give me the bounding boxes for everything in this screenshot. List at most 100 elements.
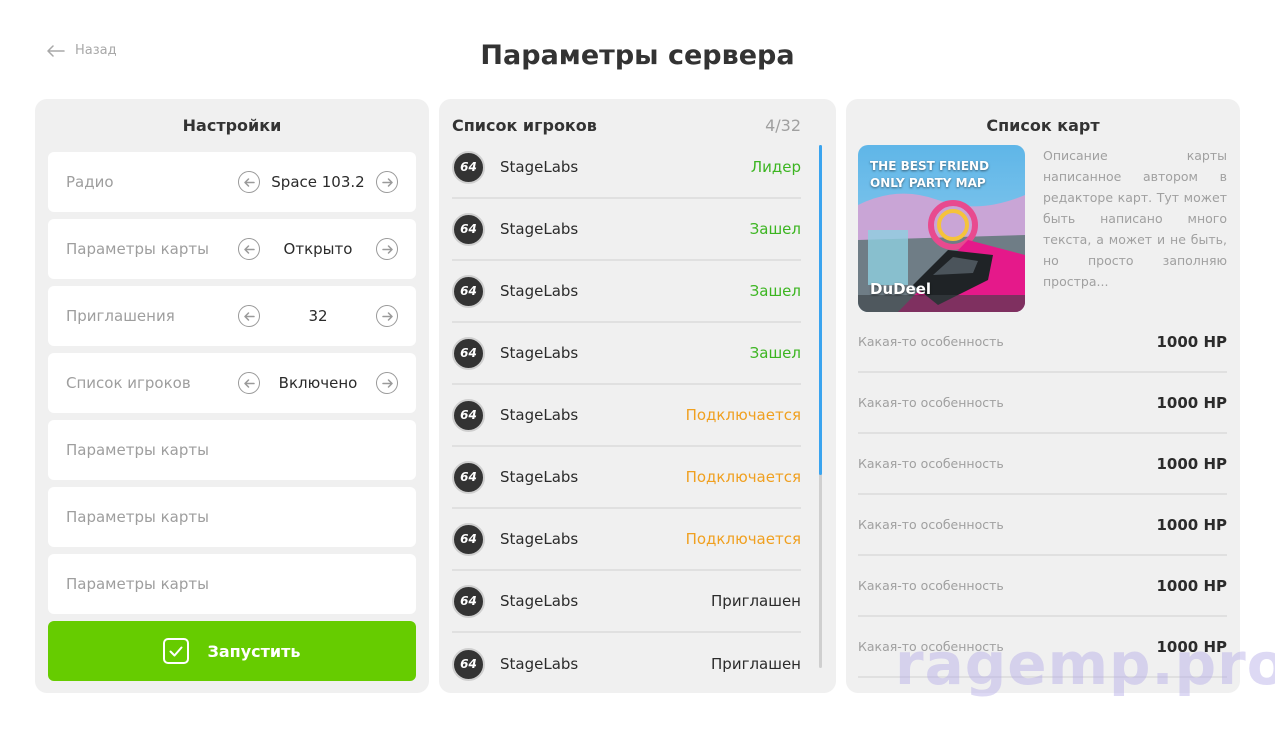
feature-row: Какая-то особенность 1000 HP (858, 312, 1227, 373)
next-arrow-icon[interactable] (376, 238, 398, 260)
player-status: Подключается (685, 406, 801, 424)
check-icon (163, 638, 190, 664)
player-name: StageLabs (500, 468, 579, 486)
player-name: StageLabs (500, 282, 579, 300)
player-status: Лидер (750, 158, 801, 176)
player-row[interactable]: 64 StageLabs Приглашен (452, 633, 801, 693)
feature-row: Какая-то особенность 1000 HP (858, 434, 1227, 495)
settings-panel: Настройки Радио Space 103.2 Параметры ка… (35, 99, 429, 693)
player-status: Приглашен (711, 655, 801, 673)
avatar: 64 (452, 398, 485, 432)
feature-value: 1000 HP (1156, 454, 1227, 473)
feature-row: Какая-то особенность 1000 HP (858, 556, 1227, 617)
setting-radio: Радио Space 103.2 (48, 152, 416, 212)
setting-label: Приглашения (66, 307, 175, 325)
field-placeholder: Параметры карты (66, 575, 209, 593)
feature-value: 1000 HP (1156, 515, 1227, 534)
player-name: StageLabs (500, 406, 579, 424)
feature-label: Какая-то особенность (858, 517, 1004, 532)
stepper-value: 32 (308, 307, 328, 325)
player-row[interactable]: 64 StageLabs Зашел (452, 323, 801, 385)
feature-value: 1000 HP (1156, 393, 1227, 412)
avatar: 64 (452, 336, 485, 370)
feature-list: Какая-то особенность 1000 HP Какая-то ос… (858, 312, 1227, 678)
player-status: Зашел (749, 344, 801, 362)
setting-player-list: Список игроков Включено (48, 353, 416, 413)
prev-arrow-icon[interactable] (238, 305, 260, 327)
player-list: 64 StageLabs Лидер 64 StageLabs Зашел 64… (452, 137, 801, 693)
setting-invites: Приглашения 32 (48, 286, 416, 346)
players-count: 4/32 (765, 116, 801, 135)
avatar: 64 (452, 522, 485, 556)
radio-stepper: Space 103.2 (238, 171, 398, 193)
feature-label: Какая-то особенность (858, 456, 1004, 471)
maps-panel: Список карт THE BEST FRIEND ONLY PARTY M… (846, 99, 1240, 693)
watermark: ragemp.pro (895, 630, 1275, 698)
stepper-value: Space 103.2 (271, 173, 365, 191)
prev-arrow-icon[interactable] (238, 372, 260, 394)
player-status: Подключается (685, 468, 801, 486)
stepper-value: Включено (278, 374, 358, 392)
map-author: DuDeel (870, 280, 932, 298)
map-params-stepper: Открыто (238, 238, 398, 260)
maps-title: Список карт (986, 116, 1100, 135)
feature-label: Какая-то особенность (858, 578, 1004, 593)
map-params-field[interactable]: Параметры карты (48, 420, 416, 480)
start-button[interactable]: Запустить (48, 621, 416, 681)
avatar: 64 (452, 460, 485, 494)
player-name: StageLabs (500, 158, 579, 176)
player-list-stepper: Включено (238, 372, 398, 394)
prev-arrow-icon[interactable] (238, 238, 260, 260)
avatar: 64 (452, 274, 485, 308)
setting-map-params: Параметры карты Открыто (48, 219, 416, 279)
player-status: Зашел (749, 282, 801, 300)
map-thumbnail[interactable]: THE BEST FRIEND ONLY PARTY MAP DuDeel (858, 145, 1025, 312)
page-title: Параметры сервера (480, 40, 795, 71)
next-arrow-icon[interactable] (376, 305, 398, 327)
invites-stepper: 32 (238, 305, 398, 327)
player-status: Подключается (685, 530, 801, 548)
player-row[interactable]: 64 StageLabs Зашел (452, 199, 801, 261)
setting-label: Параметры карты (66, 240, 209, 258)
player-status: Приглашен (711, 592, 801, 610)
field-placeholder: Параметры карты (66, 441, 209, 459)
avatar: 64 (452, 584, 485, 618)
next-arrow-icon[interactable] (376, 171, 398, 193)
scrollbar-thumb[interactable] (819, 145, 822, 475)
map-params-field[interactable]: Параметры карты (48, 554, 416, 614)
feature-label: Какая-то особенность (858, 395, 1004, 410)
setting-label: Радио (66, 173, 114, 191)
player-row[interactable]: 64 StageLabs Лидер (452, 137, 801, 199)
start-label: Запустить (207, 641, 301, 661)
next-arrow-icon[interactable] (376, 372, 398, 394)
player-name: StageLabs (500, 530, 579, 548)
feature-value: 1000 HP (1156, 332, 1227, 351)
setting-label: Список игроков (66, 374, 191, 392)
player-name: StageLabs (500, 344, 579, 362)
player-name: StageLabs (500, 592, 579, 610)
players-panel: Список игроков 4/32 64 StageLabs Лидер 6… (439, 99, 836, 693)
map-params-field[interactable]: Параметры карты (48, 487, 416, 547)
player-row[interactable]: 64 StageLabs Приглашен (452, 571, 801, 633)
stepper-value: Открыто (283, 240, 353, 258)
feature-label: Какая-то особенность (858, 334, 1004, 349)
player-row[interactable]: 64 StageLabs Подключается (452, 509, 801, 571)
map-description: Описание карты написанное автором в реда… (1043, 148, 1227, 289)
map-thumb-title: THE BEST FRIEND ONLY PARTY MAP (870, 159, 990, 190)
players-title: Список игроков (452, 116, 597, 135)
scrollbar[interactable] (819, 145, 822, 668)
avatar: 64 (452, 647, 485, 681)
player-name: StageLabs (500, 655, 579, 673)
feature-row: Какая-то особенность 1000 HP (858, 373, 1227, 434)
player-row[interactable]: 64 StageLabs Подключается (452, 385, 801, 447)
player-name: StageLabs (500, 220, 579, 238)
avatar: 64 (452, 150, 485, 184)
prev-arrow-icon[interactable] (238, 171, 260, 193)
feature-row: Какая-то особенность 1000 HP (858, 495, 1227, 556)
player-row[interactable]: 64 StageLabs Подключается (452, 447, 801, 509)
feature-value: 1000 HP (1156, 576, 1227, 595)
settings-title: Настройки (182, 116, 282, 135)
avatar: 64 (452, 212, 485, 246)
player-row[interactable]: 64 StageLabs Зашел (452, 261, 801, 323)
player-status: Зашел (749, 220, 801, 238)
